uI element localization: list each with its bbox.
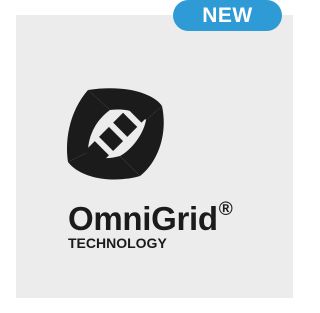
brand-tagline: TECHNOLOGY [68,235,167,251]
omnigrid-logo-icon [66,88,164,180]
new-badge: NEW [173,0,282,31]
brand-name: OmniGrid® [68,195,233,237]
logo-dash [113,112,138,137]
page: NEW OmniGrid® TECHNOLOGY [0,0,309,313]
brand-wordmark: OmniGrid [68,200,218,237]
registered-mark: ® [218,199,233,220]
logo-dash [99,126,124,151]
